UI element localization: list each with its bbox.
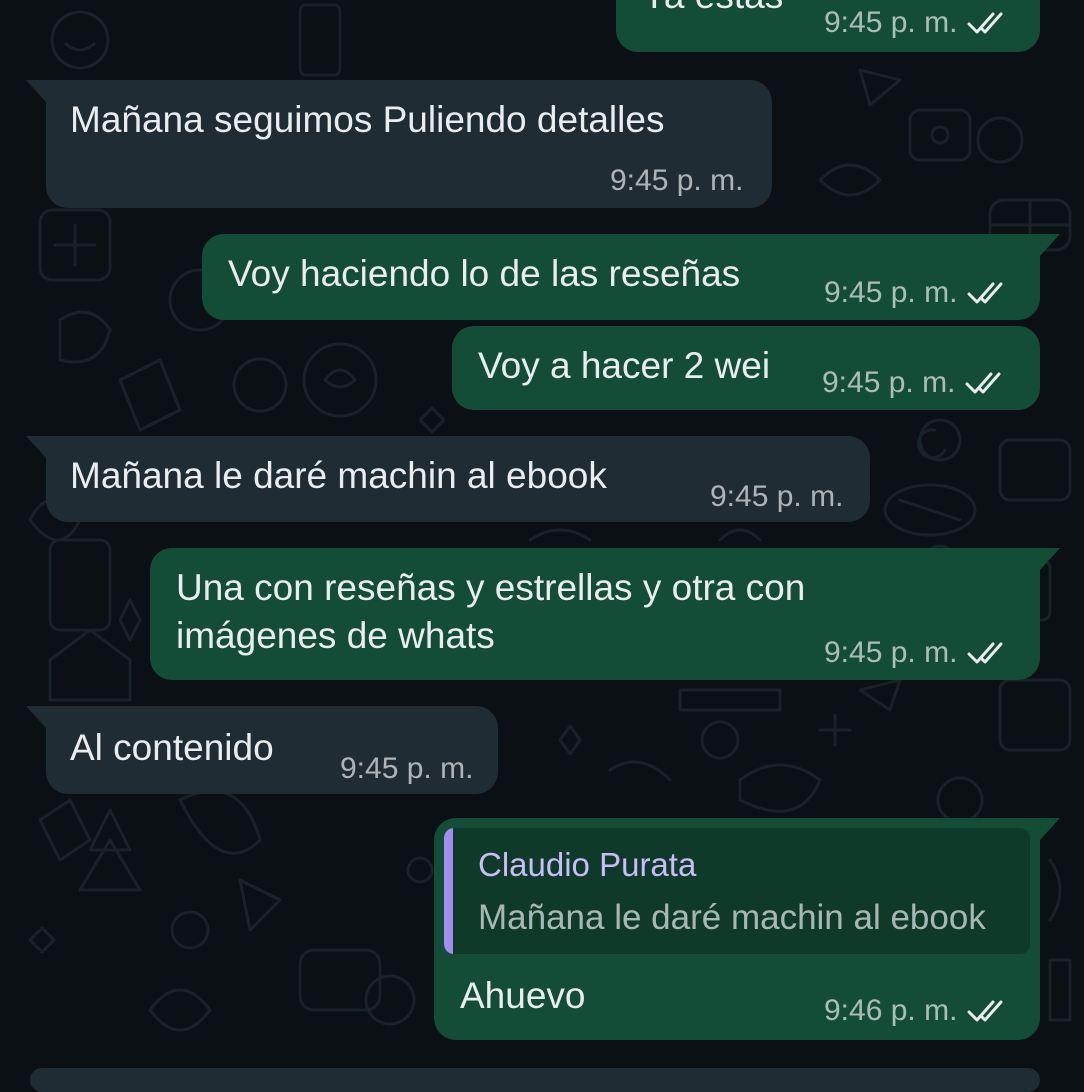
conversation: Ya estás 9:45 p. m. Mañana seguimos Puli…	[0, 0, 1084, 1092]
double-check-icon	[967, 1000, 1003, 1022]
message-time: 9:45 p. m.	[824, 636, 958, 669]
message-bubble-incoming[interactable]: Mañana seguimos Puliendo detalles 9:45 p…	[26, 80, 772, 208]
quote-author: Claudio Purata	[478, 846, 697, 883]
message-time: 9:45 p. m.	[822, 366, 956, 399]
message-bubble-incoming[interactable]: Al contenido 9:45 p. m.	[26, 706, 498, 794]
message-text: Mañana seguimos Puliendo detalles	[70, 99, 665, 140]
double-check-icon	[965, 372, 1001, 394]
message-meta: 9:46 p. m.	[824, 994, 1011, 1028]
message-bubble-outgoing[interactable]: Voy a hacer 2 wei 9:45 p. m.	[452, 326, 1040, 410]
message-time: 9:46 p. m.	[824, 994, 958, 1027]
quote-text: Mañana le daré machin al ebook	[478, 898, 986, 937]
message-time: 9:45 p. m.	[610, 164, 744, 197]
message-text: Mañana le daré machin al ebook	[70, 455, 607, 496]
message-meta: 9:45 p. m.	[340, 752, 473, 786]
message-text: Ya estás	[642, 0, 783, 20]
double-check-icon	[967, 642, 1003, 664]
double-check-icon	[967, 282, 1003, 304]
message-bubble-outgoing[interactable]: Voy haciendo lo de las reseñas 9:45 p. m…	[202, 234, 1060, 320]
quoted-message[interactable]: Claudio Purata Mañana le daré machin al …	[444, 828, 1030, 954]
message-bubble-incoming[interactable]: Mañana le daré machin al ebook 9:45 p. m…	[26, 436, 870, 522]
message-time: 9:45 p. m.	[340, 752, 474, 785]
next-message-bubble-partial	[30, 1068, 1040, 1092]
message-text: Ahuevo	[460, 975, 586, 1016]
message-meta: 9:45 p. m.	[824, 276, 1011, 310]
message-bubble-outgoing[interactable]: Ya estás 9:45 p. m.	[616, 0, 1040, 52]
message-text-line-2: imágenes de whats	[176, 615, 495, 656]
message-meta: 9:45 p. m.	[610, 164, 743, 198]
message-text: Al contenido	[70, 727, 274, 768]
double-check-icon	[967, 12, 1003, 34]
message-text: Voy haciendo lo de las reseñas	[228, 253, 741, 294]
message-meta: 9:45 p. m.	[822, 366, 1009, 400]
message-text: Voy a hacer 2 wei	[478, 345, 771, 386]
message-meta: 9:45 p. m.	[824, 636, 1011, 670]
message-time: 9:45 p. m.	[824, 6, 958, 39]
message-meta: 9:45 p. m.	[710, 480, 843, 514]
message-time: 9:45 p. m.	[710, 480, 844, 513]
message-bubble-outgoing[interactable]: Una con reseñas y estrellas y otra con i…	[150, 548, 1060, 680]
message-text-line-1: Una con reseñas y estrellas y otra con	[176, 567, 806, 608]
quote-accent-bar	[444, 828, 453, 954]
message-meta: 9:45 p. m.	[824, 6, 1011, 40]
message-bubble-outgoing-reply[interactable]: Claudio Purata Mañana le daré machin al …	[434, 818, 1060, 1040]
message-time: 9:45 p. m.	[824, 276, 958, 309]
